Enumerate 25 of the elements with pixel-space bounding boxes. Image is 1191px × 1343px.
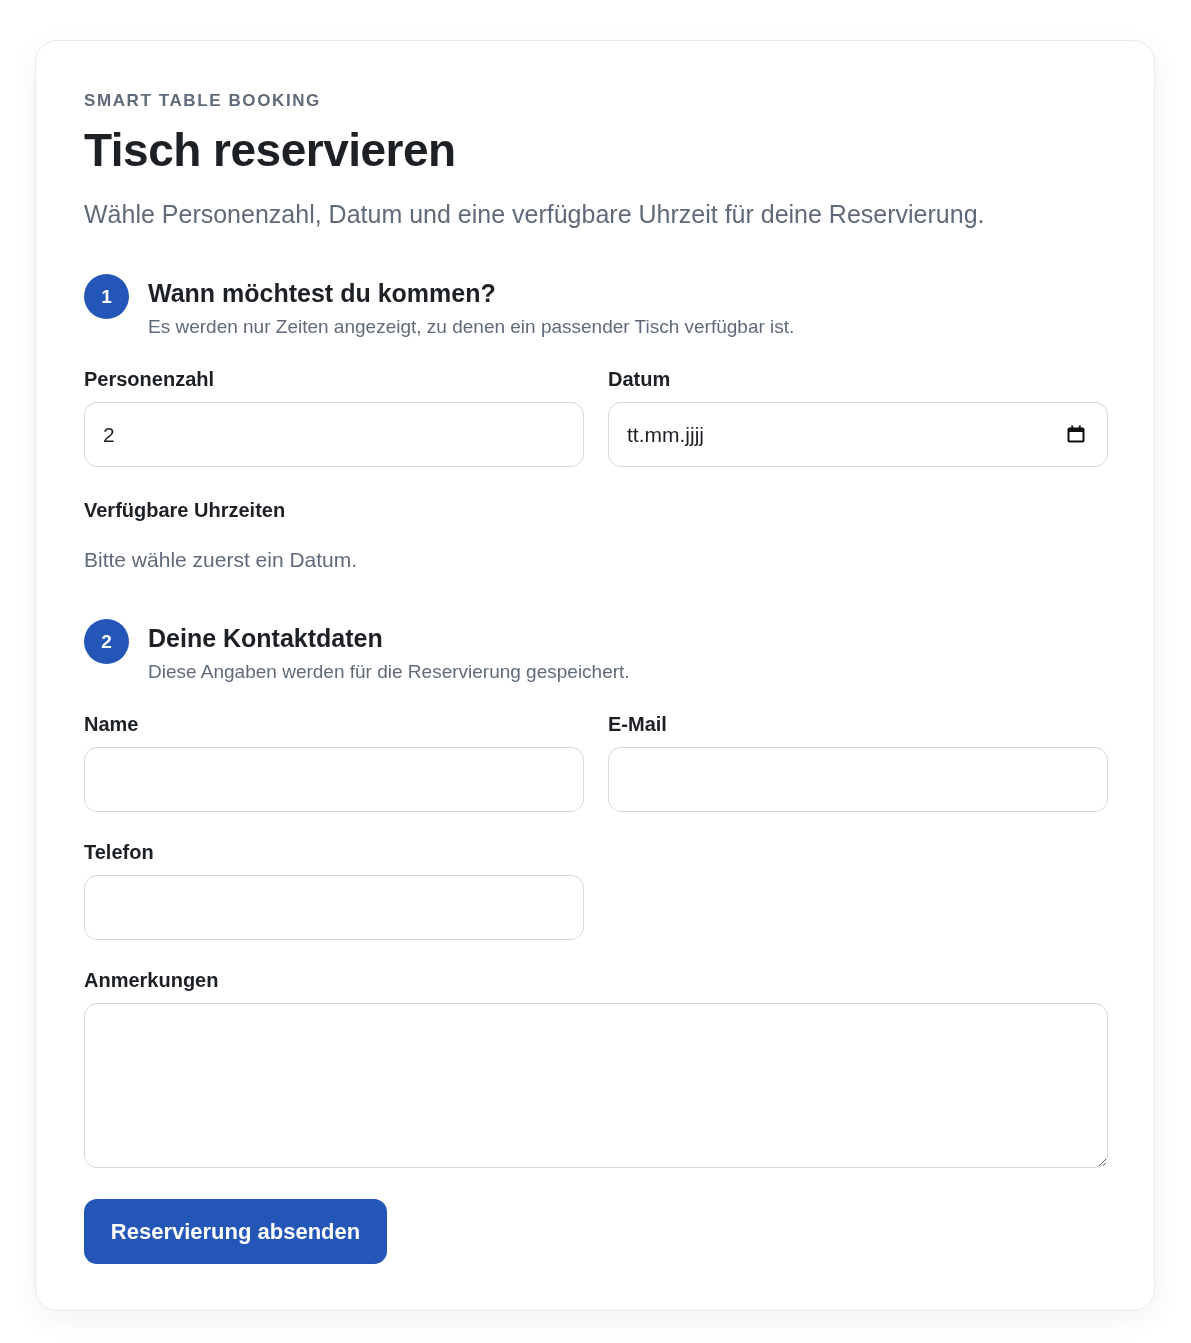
submit-button[interactable]: Reservierung absenden: [84, 1199, 387, 1264]
step-description: Diese Angaben werden für die Reservierung gespeichert.: [148, 660, 630, 684]
field-label: Telefon: [84, 840, 154, 865]
step-number-badge: 2: [84, 619, 129, 664]
email-field[interactable]: [608, 747, 1108, 812]
step-title: Deine Kontaktdaten: [148, 623, 384, 653]
step-description: Es werden nur Zeiten angezeigt, zu denen ein passender Tisch verfügbar ist.: [148, 315, 795, 339]
calendar-icon[interactable]: [1067, 425, 1085, 443]
hint-text: Bitte wähle zuerst ein Datum.: [84, 547, 358, 573]
field-label: E-Mail: [608, 712, 667, 737]
section-label: Verfügbare Uhrzeiten: [84, 498, 286, 523]
step-number-badge: 1: [84, 274, 129, 319]
notes-field[interactable]: [84, 1003, 1108, 1168]
field-label: Anmerkungen: [84, 968, 219, 993]
number-field[interactable]: 2: [84, 402, 584, 467]
intro-text: Wähle Personenzahl, Datum und eine verfügbare Uhrzeit für deine Reservierung.: [84, 199, 986, 230]
eyebrow-text: SMART TABLE BOOKING: [84, 90, 322, 112]
name-field[interactable]: [84, 747, 584, 812]
field-label: Personenzahl: [84, 367, 215, 392]
field-label: Datum: [608, 367, 671, 392]
phone-field[interactable]: [84, 875, 584, 940]
step-title: Wann möchtest du kommen?: [148, 278, 497, 308]
date-field[interactable]: tt.mm.jjjj: [608, 402, 1108, 467]
page-title: Tisch reservieren: [84, 123, 457, 178]
field-label: Name: [84, 712, 139, 737]
